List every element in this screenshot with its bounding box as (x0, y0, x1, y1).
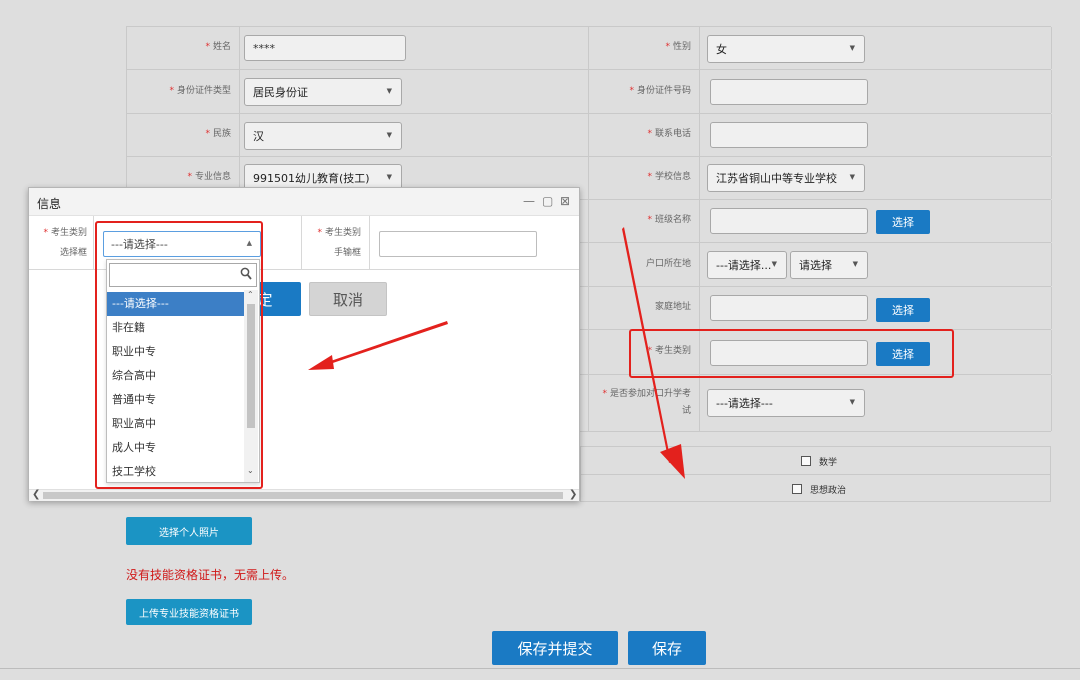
class-input[interactable] (710, 208, 868, 234)
chevron-down-icon: ▼ (386, 173, 392, 181)
address-select-button[interactable]: 选择 (876, 298, 930, 322)
ethnicity-label: * 民族 (126, 114, 240, 156)
chevron-down-icon: ▼ (386, 87, 392, 95)
close-icon[interactable]: ⊠ (560, 194, 570, 208)
school-select[interactable]: 江苏省铜山中等专业学校 ▼ (707, 164, 865, 192)
subject-math-checkbox[interactable] (801, 456, 811, 466)
maximize-icon[interactable]: ▢ (542, 194, 553, 208)
chevron-down-icon: ▼ (771, 260, 777, 268)
school-label: * 学校信息 (588, 157, 700, 199)
id-number-label: * 身份证件号码 (588, 70, 700, 113)
dialog-title: 信息 (37, 197, 62, 211)
dropdown-search-input[interactable] (109, 263, 257, 287)
ethnicity-select[interactable]: 汉 ▼ (244, 122, 402, 150)
chevron-down-icon: ▼ (386, 131, 392, 139)
dropdown-option-list: ---请选择--- 非在籍 职业中专 综合高中 普通中专 职业高中 成人中专 技工学校 (107, 292, 244, 484)
dropdown-option[interactable]: 技工学校 (107, 460, 244, 484)
candidate-type-input-label: * 考生类别 手输框 (317, 228, 361, 258)
select-photo-button[interactable]: 选择个人照片 (126, 517, 252, 545)
minimize-icon[interactable]: — (523, 194, 535, 208)
name-input[interactable]: **** (244, 35, 406, 61)
phone-input[interactable] (710, 122, 868, 148)
form-row-id-type: * 身份证件类型 居民身份证 ▼ * 身份证件号码 (126, 70, 1052, 114)
id-number-input[interactable] (710, 79, 868, 105)
search-icon (240, 267, 252, 280)
address-input[interactable] (710, 295, 868, 321)
id-type-select[interactable]: 居民身份证 ▼ (244, 78, 402, 106)
save-button[interactable]: 保存 (628, 631, 706, 665)
candidate-type-select-label: * 考生类别 选择框 (43, 228, 87, 258)
candidate-type-dropdown: ---请选择--- 非在籍 职业中专 综合高中 普通中专 职业高中 成人中专 技工学校 ⌃ ⌄ (106, 259, 260, 483)
scroll-up-icon[interactable]: ⌃ (247, 290, 254, 299)
dialog-header: 信息 — ▢ ⊠ (29, 188, 579, 216)
exam-select[interactable]: ---请选择--- ▼ (707, 389, 865, 417)
class-label: * 班级名称 (588, 200, 700, 242)
dropdown-option[interactable]: 职业高中 (107, 412, 244, 436)
class-select-button[interactable]: 选择 (876, 210, 930, 234)
form-row-ethnicity: * 民族 汉 ▼ * 联系电话 (126, 114, 1052, 157)
candidate-type-select[interactable]: ---请选择--- ▲ (103, 231, 261, 257)
dropdown-option[interactable]: 成人中专 (107, 436, 244, 460)
scroll-left-icon[interactable]: ❮ (32, 489, 40, 500)
candidate-type-select-button[interactable]: 选择 (876, 342, 930, 366)
address-label: 家庭地址 (588, 287, 700, 329)
chevron-down-icon: ▼ (849, 44, 855, 52)
subjects-table: 数学 思想政治 (580, 446, 1051, 502)
subject-politics-checkbox[interactable] (792, 484, 802, 494)
cancel-button[interactable]: 取消 (309, 282, 387, 316)
dropdown-vertical-scrollbar[interactable]: ⌃ ⌄ (244, 290, 258, 482)
dropdown-option[interactable]: 综合高中 (107, 364, 244, 388)
candidate-type-label: * 考生类别 (588, 330, 700, 374)
chevron-down-icon: ▼ (849, 173, 855, 181)
phone-label: * 联系电话 (588, 114, 700, 156)
subject-math-label: 数学 (819, 458, 838, 468)
scroll-right-icon[interactable]: ❯ (569, 489, 577, 500)
chevron-down-icon: ▼ (849, 398, 855, 406)
chevron-up-icon: ▲ (246, 239, 252, 247)
no-certificate-notice: 没有技能资格证书，无需上传。 (126, 568, 295, 582)
dropdown-scroll-thumb[interactable] (247, 304, 255, 428)
scroll-down-icon[interactable]: ⌄ (247, 466, 254, 475)
gender-select[interactable]: 女 ▼ (707, 35, 865, 63)
dropdown-option[interactable]: 非在籍 (107, 316, 244, 340)
candidate-type-manual-input[interactable] (379, 231, 537, 257)
exam-label: * 是否参加对口升学考 试 (588, 375, 700, 431)
dropdown-option[interactable]: 普通中专 (107, 388, 244, 412)
name-label: * 姓名 (126, 27, 240, 69)
household-city-select[interactable]: 请选择 ▼ (790, 251, 868, 279)
horizontal-scrollbar[interactable]: ❮ ❯ (29, 489, 579, 501)
dropdown-option[interactable]: 职业中专 (107, 340, 244, 364)
id-type-label: * 身份证件类型 (126, 70, 240, 113)
subject-politics-label: 思想政治 (810, 486, 847, 496)
save-submit-button[interactable]: 保存并提交 (492, 631, 618, 665)
household-province-select[interactable]: ---请选择... ▼ (707, 251, 787, 279)
dropdown-option[interactable]: ---请选择--- (107, 292, 244, 316)
gender-label: * 性别 (588, 27, 700, 69)
form-row-name: * 姓名 **** * 性别 女 ▼ (126, 27, 1052, 70)
chevron-down-icon: ▼ (852, 260, 858, 268)
upload-certificate-button[interactable]: 上传专业技能资格证书 (126, 599, 252, 625)
household-label: 户口所在地 (588, 243, 700, 286)
horizontal-scroll-thumb[interactable] (43, 492, 563, 499)
candidate-type-input[interactable] (710, 340, 868, 366)
